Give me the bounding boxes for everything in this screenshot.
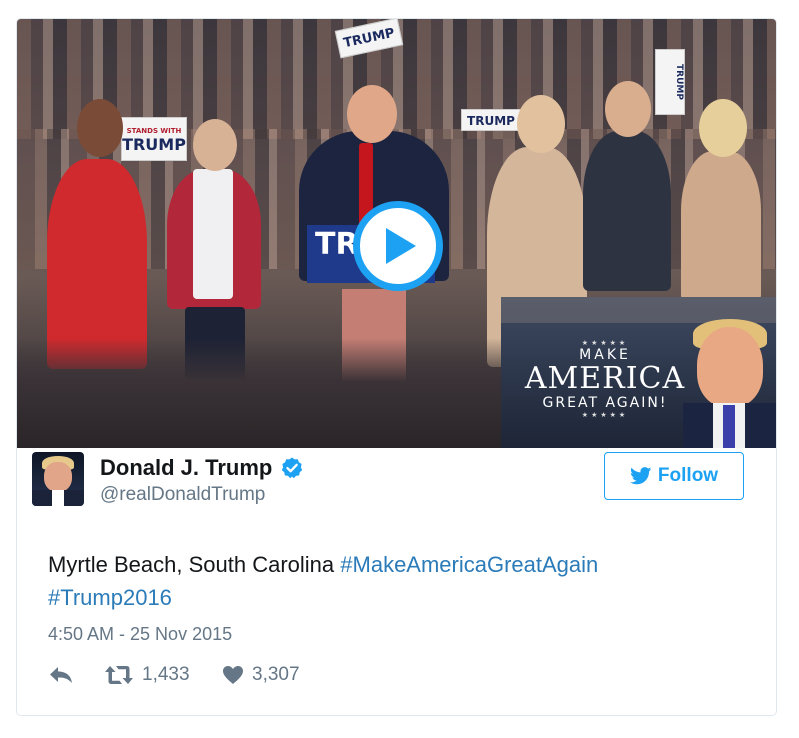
tweet-timestamp[interactable]: 4:50 AM - 25 Nov 2015: [48, 624, 232, 645]
twitter-bird-icon: [629, 467, 652, 485]
retweet-icon: [104, 664, 134, 686]
crowd-sign: TRUMP: [655, 49, 685, 115]
person-shirt: [193, 169, 233, 299]
person-head: [517, 95, 565, 153]
heart-icon: [222, 665, 244, 685]
tweet-text: Myrtle Beach, South Carolina #MakeAmeric…: [48, 548, 748, 614]
user-name-row: Donald J. Trump: [100, 455, 304, 481]
hashtag-link[interactable]: #Trump2016: [48, 585, 172, 610]
avatar[interactable]: [32, 452, 84, 506]
video-thumbnail[interactable]: STANDS WITH TRUMP TRUMP TRUMP TRUMP TR ★…: [17, 19, 776, 448]
retweet-count: 1,433: [142, 664, 190, 685]
person-head: [77, 99, 123, 157]
person-head: [193, 119, 237, 171]
crowd-sign: TRUMP: [461, 109, 521, 131]
retweet-button[interactable]: 1,433: [104, 664, 222, 686]
reply-button[interactable]: [48, 665, 104, 685]
like-count: 3,307: [252, 664, 300, 685]
reply-icon: [48, 665, 74, 685]
tweet-header: Donald J. Trump @realDonaldTrump Follow: [32, 452, 744, 512]
follow-button[interactable]: Follow: [604, 452, 744, 500]
person-figure: [583, 131, 671, 291]
play-button[interactable]: [353, 201, 443, 291]
person-head: [699, 99, 747, 157]
speaker-head: [347, 85, 397, 143]
tweet-text-body: Myrtle Beach, South Carolina: [48, 552, 341, 577]
tweet-actions: 1,433 3,307: [48, 664, 300, 686]
follow-label: Follow: [657, 465, 719, 486]
person-head: [605, 81, 651, 137]
play-icon: [386, 228, 416, 264]
crowd-sign: STANDS WITH TRUMP: [121, 117, 187, 161]
person-figure: [681, 151, 761, 301]
hashtag-link[interactable]: #MakeAmericaGreatAgain: [340, 552, 598, 577]
campaign-inset-graphic: ★★★★★ MAKE AMERICA GREAT AGAIN! ★★★★★: [501, 297, 776, 448]
user-display-name[interactable]: Donald J. Trump: [100, 455, 272, 481]
like-button[interactable]: 3,307: [222, 664, 300, 686]
verified-badge-icon: [282, 457, 303, 479]
user-handle[interactable]: @realDonaldTrump: [100, 484, 265, 506]
inset-portrait: [697, 327, 763, 407]
campaign-slogan: ★★★★★ MAKE AMERICA GREAT AGAIN! ★★★★★: [524, 339, 686, 419]
